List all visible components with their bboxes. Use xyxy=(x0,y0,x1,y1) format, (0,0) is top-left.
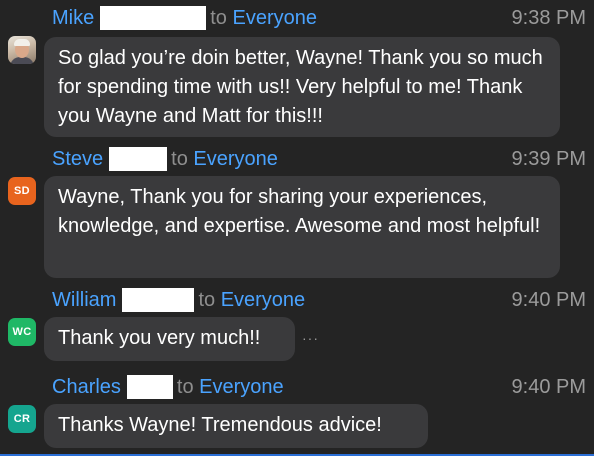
redacted-name xyxy=(100,6,207,30)
avatar[interactable] xyxy=(8,36,36,64)
recipient-name: Everyone xyxy=(232,7,317,29)
redacted-name xyxy=(126,375,173,399)
avatar[interactable]: WC xyxy=(8,318,36,346)
message-timestamp: 9:39 PM xyxy=(511,148,586,170)
avatar-photo-hair xyxy=(14,39,30,46)
sender-name[interactable]: Mike xyxy=(52,7,94,29)
message-header: Mike to Everyone xyxy=(52,6,317,30)
sender-name[interactable]: William xyxy=(52,289,116,311)
recipient-prefix: to xyxy=(171,148,188,170)
recipient-prefix: to xyxy=(198,289,216,311)
message-bubble: Wayne, Thank you for sharing your experi… xyxy=(44,176,560,278)
avatar[interactable]: CR xyxy=(8,405,36,433)
sender-name[interactable]: Charles xyxy=(52,376,121,398)
recipient-prefix: to xyxy=(210,7,227,29)
recipient-name: Everyone xyxy=(199,376,284,398)
message-header: Charles to Everyone xyxy=(52,375,284,399)
sender-name[interactable]: Steve xyxy=(52,148,103,170)
recipient-prefix: to xyxy=(176,376,194,398)
message-timestamp: 9:40 PM xyxy=(511,376,586,398)
message-timestamp: 9:40 PM xyxy=(511,289,586,311)
recipient-name: Everyone xyxy=(220,289,306,311)
message-bubble: Thank you very much!! xyxy=(44,317,295,361)
redacted-name xyxy=(109,147,168,171)
more-options-icon[interactable]: ··· xyxy=(302,330,319,346)
message-header: Steve to Everyone xyxy=(52,147,278,171)
avatar[interactable]: SD xyxy=(8,177,36,205)
chat-panel: Mike to Everyone 9:38 PM So glad you’re d… xyxy=(0,0,594,456)
recipient-name: Everyone xyxy=(193,148,278,170)
avatar-photo-shirt xyxy=(10,57,34,64)
message-bubble: So glad you’re doin better, Wayne! Thank… xyxy=(44,37,560,137)
message-header: William to Everyone xyxy=(52,288,305,312)
message-timestamp: 9:38 PM xyxy=(511,7,586,29)
redacted-name xyxy=(122,288,195,312)
message-bubble: Thanks Wayne! Tremendous advice! xyxy=(44,404,428,448)
